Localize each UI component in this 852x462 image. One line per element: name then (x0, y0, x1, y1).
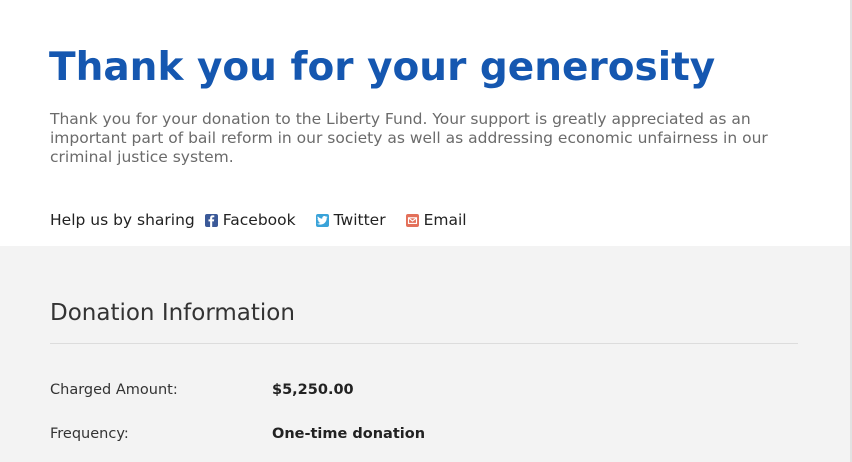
thank-you-section: Thank you for your generosity Thank you … (0, 0, 850, 246)
donation-info-title: Donation Information (50, 300, 295, 326)
page-title: Thank you for your generosity (49, 45, 716, 90)
divider (50, 343, 798, 344)
donation-info-section: Donation Information Charged Amount: $5,… (0, 246, 850, 462)
frequency-value: One-time donation (272, 426, 426, 442)
frequency-row: Frequency: One-time donation (50, 424, 798, 444)
email-icon (405, 213, 419, 227)
share-twitter-label: Twitter (333, 211, 386, 229)
frequency-label: Frequency: (50, 426, 129, 442)
facebook-icon (204, 213, 218, 227)
share-facebook-link[interactable]: Facebook (204, 211, 296, 229)
charged-amount-row: Charged Amount: $5,250.00 (50, 380, 798, 400)
share-facebook-label: Facebook (222, 211, 296, 229)
charged-amount-label: Charged Amount: (50, 382, 178, 398)
share-twitter-link[interactable]: Twitter (315, 211, 386, 229)
share-email-link[interactable]: Email (405, 211, 467, 229)
share-email-label: Email (423, 211, 467, 229)
share-label: Help us by sharing (50, 211, 195, 229)
confirmation-page: Thank you for your generosity Thank you … (0, 0, 852, 462)
charged-amount-value: $5,250.00 (272, 382, 354, 398)
twitter-icon (315, 213, 329, 227)
share-row: Help us by sharing Facebook Twitter Emai… (50, 209, 467, 231)
thank-you-message: Thank you for your donation to the Liber… (50, 110, 768, 166)
